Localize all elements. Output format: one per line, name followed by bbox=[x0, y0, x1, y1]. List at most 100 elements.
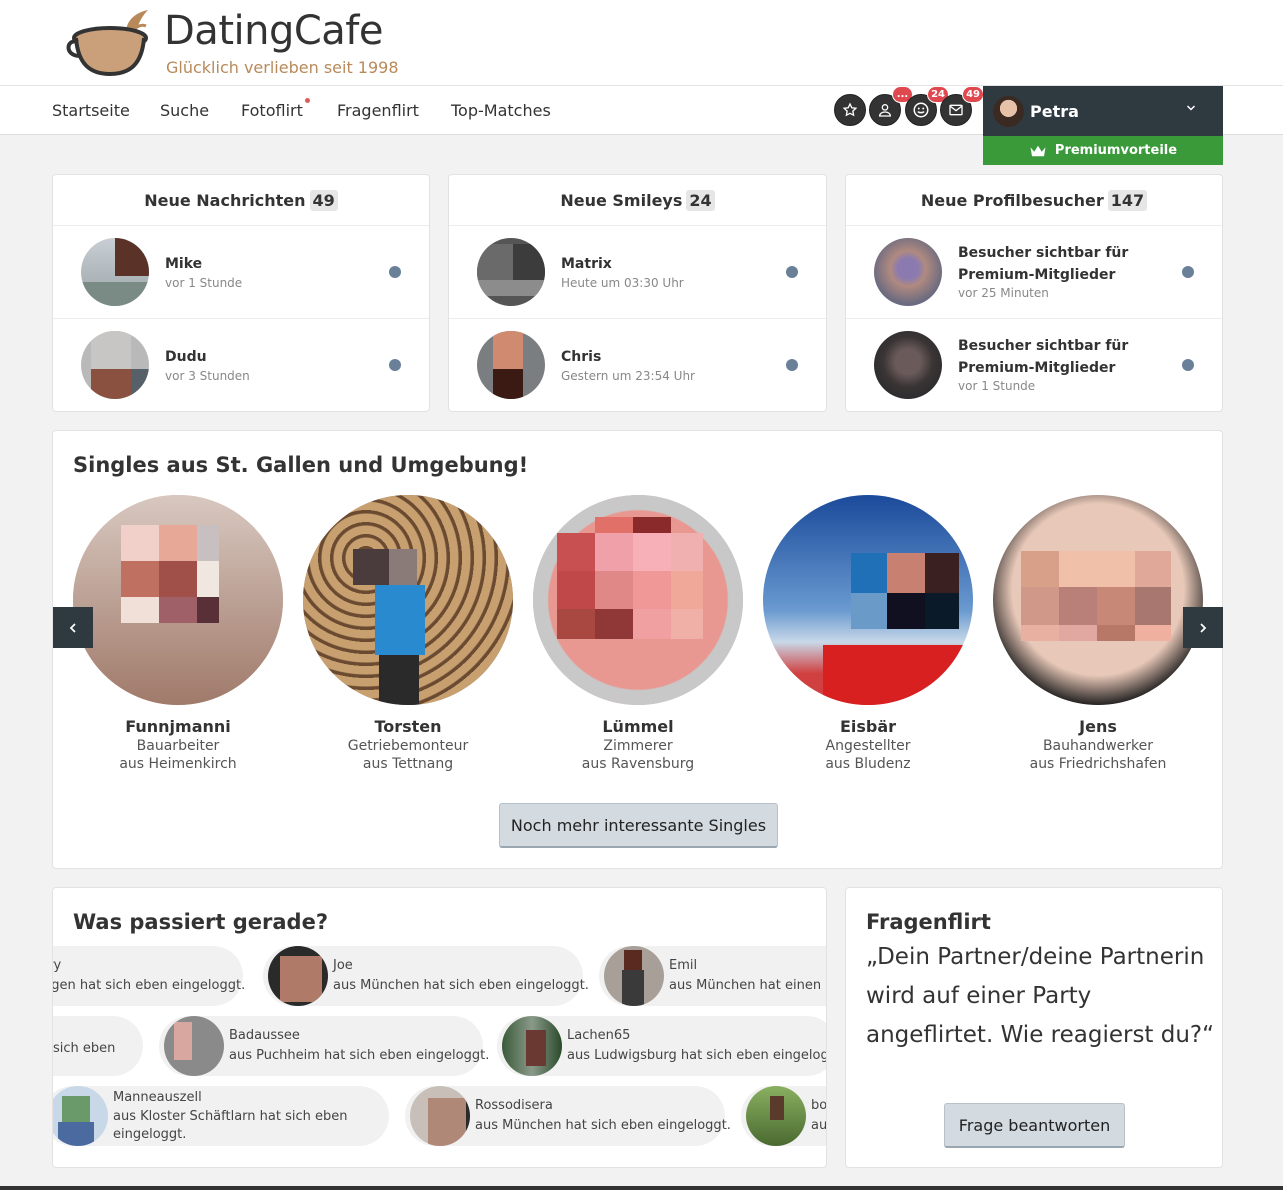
unread-dot bbox=[1182, 266, 1194, 278]
unread-dot bbox=[1182, 359, 1194, 371]
more-singles-button[interactable]: Noch mehr interessante Singles bbox=[499, 803, 778, 848]
avatar bbox=[502, 1016, 562, 1076]
singles-section: Singles aus St. Gallen und Umgebung! Fun… bbox=[52, 430, 1223, 869]
avatar bbox=[81, 331, 149, 399]
activity-text: au bbox=[811, 1118, 827, 1133]
visit-time: vor 25 Minuten bbox=[958, 286, 1049, 300]
blurred-avatar bbox=[874, 331, 942, 399]
single-name: Funnjmanni bbox=[125, 717, 231, 736]
activity-user: rry bbox=[53, 958, 62, 973]
visitor-row[interactable]: Besucher sichtbar für Premium-Mitglieder… bbox=[846, 226, 1222, 319]
carousel-prev-button[interactable] bbox=[53, 607, 93, 648]
activity-user: Lachen65 bbox=[567, 1028, 631, 1043]
activity-feed: rry ngen hat sich eben eingeloggt. Joe a… bbox=[53, 944, 827, 1166]
single-location: aus Bludenz bbox=[825, 756, 911, 772]
activity-text: aus München hat sich eben eingeloggt. bbox=[333, 978, 589, 993]
top-header: DatingCafe Glücklich verlieben seit 1998 bbox=[0, 0, 1283, 86]
activity-user: Badaussee bbox=[229, 1028, 300, 1043]
activity-item[interactable]: Rossodisera aus München hat sich eben ei… bbox=[405, 1086, 731, 1146]
visitor-row[interactable]: Besucher sichtbar für Premium-Mitglieder… bbox=[846, 319, 1222, 412]
smiley-row[interactable]: Chris Gestern um 23:54 Uhr bbox=[449, 319, 826, 412]
smiley-row[interactable]: Matrix Heute um 03:30 Uhr bbox=[449, 226, 826, 319]
nav-top-matches[interactable]: Top-Matches bbox=[451, 101, 551, 120]
carousel-next-button[interactable] bbox=[1183, 607, 1223, 648]
smileys-button[interactable]: 24 bbox=[905, 86, 949, 126]
activity-user: Manneauszell bbox=[113, 1090, 202, 1105]
card-count: 49 bbox=[309, 189, 338, 211]
single-card[interactable]: Jens Bauhandwerker aus Friedrichshafen bbox=[993, 495, 1203, 772]
activity-item[interactable]: Emil aus München hat einen S bbox=[599, 946, 826, 1006]
single-job: Angestellter bbox=[825, 738, 911, 754]
chevron-left-icon bbox=[69, 622, 76, 633]
single-location: aus Ravensburg bbox=[581, 756, 695, 772]
nav-fragenflirt[interactable]: Fragenflirt bbox=[337, 101, 419, 120]
messages-button[interactable]: 49 bbox=[940, 86, 984, 126]
message-row[interactable]: Dudu vor 3 Stunden bbox=[53, 319, 429, 412]
activity-item[interactable]: Lachen65 aus Ludwigsburg hat sich eben e… bbox=[497, 1016, 826, 1076]
avatar bbox=[604, 946, 664, 1006]
section-title: Was passiert gerade? bbox=[73, 910, 329, 934]
answer-question-button[interactable]: Frage beantworten bbox=[944, 1103, 1125, 1148]
card-title: Neue Smileys bbox=[560, 190, 683, 210]
messages-badge: 49 bbox=[962, 86, 984, 103]
card-header: Neue Profilbesucher 147 bbox=[846, 175, 1222, 226]
favorites-button[interactable] bbox=[834, 94, 866, 126]
smiley-time: Gestern um 23:54 Uhr bbox=[561, 369, 695, 383]
card-title: Neue Nachrichten bbox=[144, 190, 306, 210]
chevron-down-icon bbox=[1186, 105, 1196, 111]
chevron-right-icon bbox=[1200, 622, 1207, 633]
user-name: Petra bbox=[1030, 101, 1079, 121]
nav-fotoflirt-label: Fotoflirt bbox=[241, 101, 303, 120]
card-header: Neue Smileys 24 bbox=[449, 175, 826, 226]
single-photo bbox=[303, 495, 513, 705]
single-job: Getriebemonteur bbox=[347, 738, 469, 754]
single-card[interactable]: Lümmel Zimmerer aus Ravensburg bbox=[533, 495, 743, 772]
activity-item[interactable]: bo au bbox=[741, 1086, 827, 1146]
avatar bbox=[410, 1086, 470, 1146]
visit-time: vor 1 Stunde bbox=[958, 379, 1036, 393]
activity-text: aus Puchheim hat sich eben eingeloggt. bbox=[229, 1048, 490, 1063]
single-card[interactable]: Torsten Getriebemonteur aus Tettnang bbox=[303, 495, 513, 772]
single-name: Eisbär bbox=[839, 717, 897, 736]
single-name: Jens bbox=[1079, 717, 1117, 736]
single-name: Torsten bbox=[374, 717, 442, 736]
section-title: Fragenflirt bbox=[866, 910, 991, 934]
datingcafe-logo[interactable]: DatingCafe Glücklich verlieben seit 1998 bbox=[66, 6, 406, 80]
premium-benefits-button[interactable]: Premiumvorteile bbox=[983, 136, 1223, 165]
activity-text: ngen hat sich eben eingeloggt. bbox=[53, 978, 246, 993]
nav-fotoflirt[interactable]: Fotoflirt bbox=[241, 98, 310, 120]
visitor-name: Besucher sichtbar für Premium-Mitglieder bbox=[958, 245, 1129, 283]
nav-suche[interactable]: Suche bbox=[160, 101, 209, 120]
activity-section: Was passiert gerade? rry ngen hat sich e… bbox=[52, 887, 827, 1168]
unread-dot bbox=[786, 266, 798, 278]
visitors-button[interactable]: ... bbox=[869, 86, 913, 126]
star-icon bbox=[842, 102, 858, 117]
sender-name: Mike bbox=[165, 256, 203, 272]
nav-startseite[interactable]: Startseite bbox=[52, 101, 130, 120]
activity-item[interactable]: Joe aus München hat sich eben eingeloggt… bbox=[263, 946, 589, 1006]
message-row[interactable]: Mike vor 1 Stunde bbox=[53, 226, 429, 319]
single-card[interactable]: Eisbär Angestellter aus Bludenz bbox=[763, 495, 973, 772]
new-messages-card: Neue Nachrichten 49 Mike vor 1 Stunde Du… bbox=[52, 174, 430, 412]
unread-dot bbox=[389, 266, 401, 278]
activity-user: Emil bbox=[669, 958, 698, 973]
activity-item[interactable]: sich eben bbox=[53, 1016, 143, 1076]
single-location: aus Heimenkirch bbox=[119, 756, 237, 772]
activity-item[interactable]: rry ngen hat sich eben eingeloggt. bbox=[53, 946, 246, 1006]
single-card[interactable]: Funnjmanni Bauarbeiter aus Heimenkirch bbox=[73, 495, 283, 772]
unread-dot bbox=[389, 359, 401, 371]
single-job: Zimmerer bbox=[603, 738, 673, 754]
visitor-name: Besucher sichtbar für Premium-Mitglieder bbox=[958, 338, 1129, 376]
single-job: Bauarbeiter bbox=[136, 738, 220, 754]
user-menu-toggle[interactable]: Petra bbox=[983, 86, 1223, 136]
single-location: aus Tettnang bbox=[362, 756, 454, 772]
single-job: Bauhandwerker bbox=[1042, 738, 1154, 754]
user-icon bbox=[878, 104, 892, 117]
activity-user: bo bbox=[811, 1098, 827, 1113]
activity-item[interactable]: Manneauszell aus Kloster Schäftlarn hat … bbox=[53, 1086, 389, 1146]
question-text: „Dein Partner/deine Partnerin wird auf e… bbox=[866, 944, 1215, 1048]
avatar bbox=[268, 946, 328, 1006]
mail-icon bbox=[949, 104, 963, 116]
brand-tagline: Glücklich verlieben seit 1998 bbox=[166, 58, 399, 77]
activity-item[interactable]: Badaussee aus Puchheim hat sich eben ein… bbox=[159, 1016, 489, 1076]
